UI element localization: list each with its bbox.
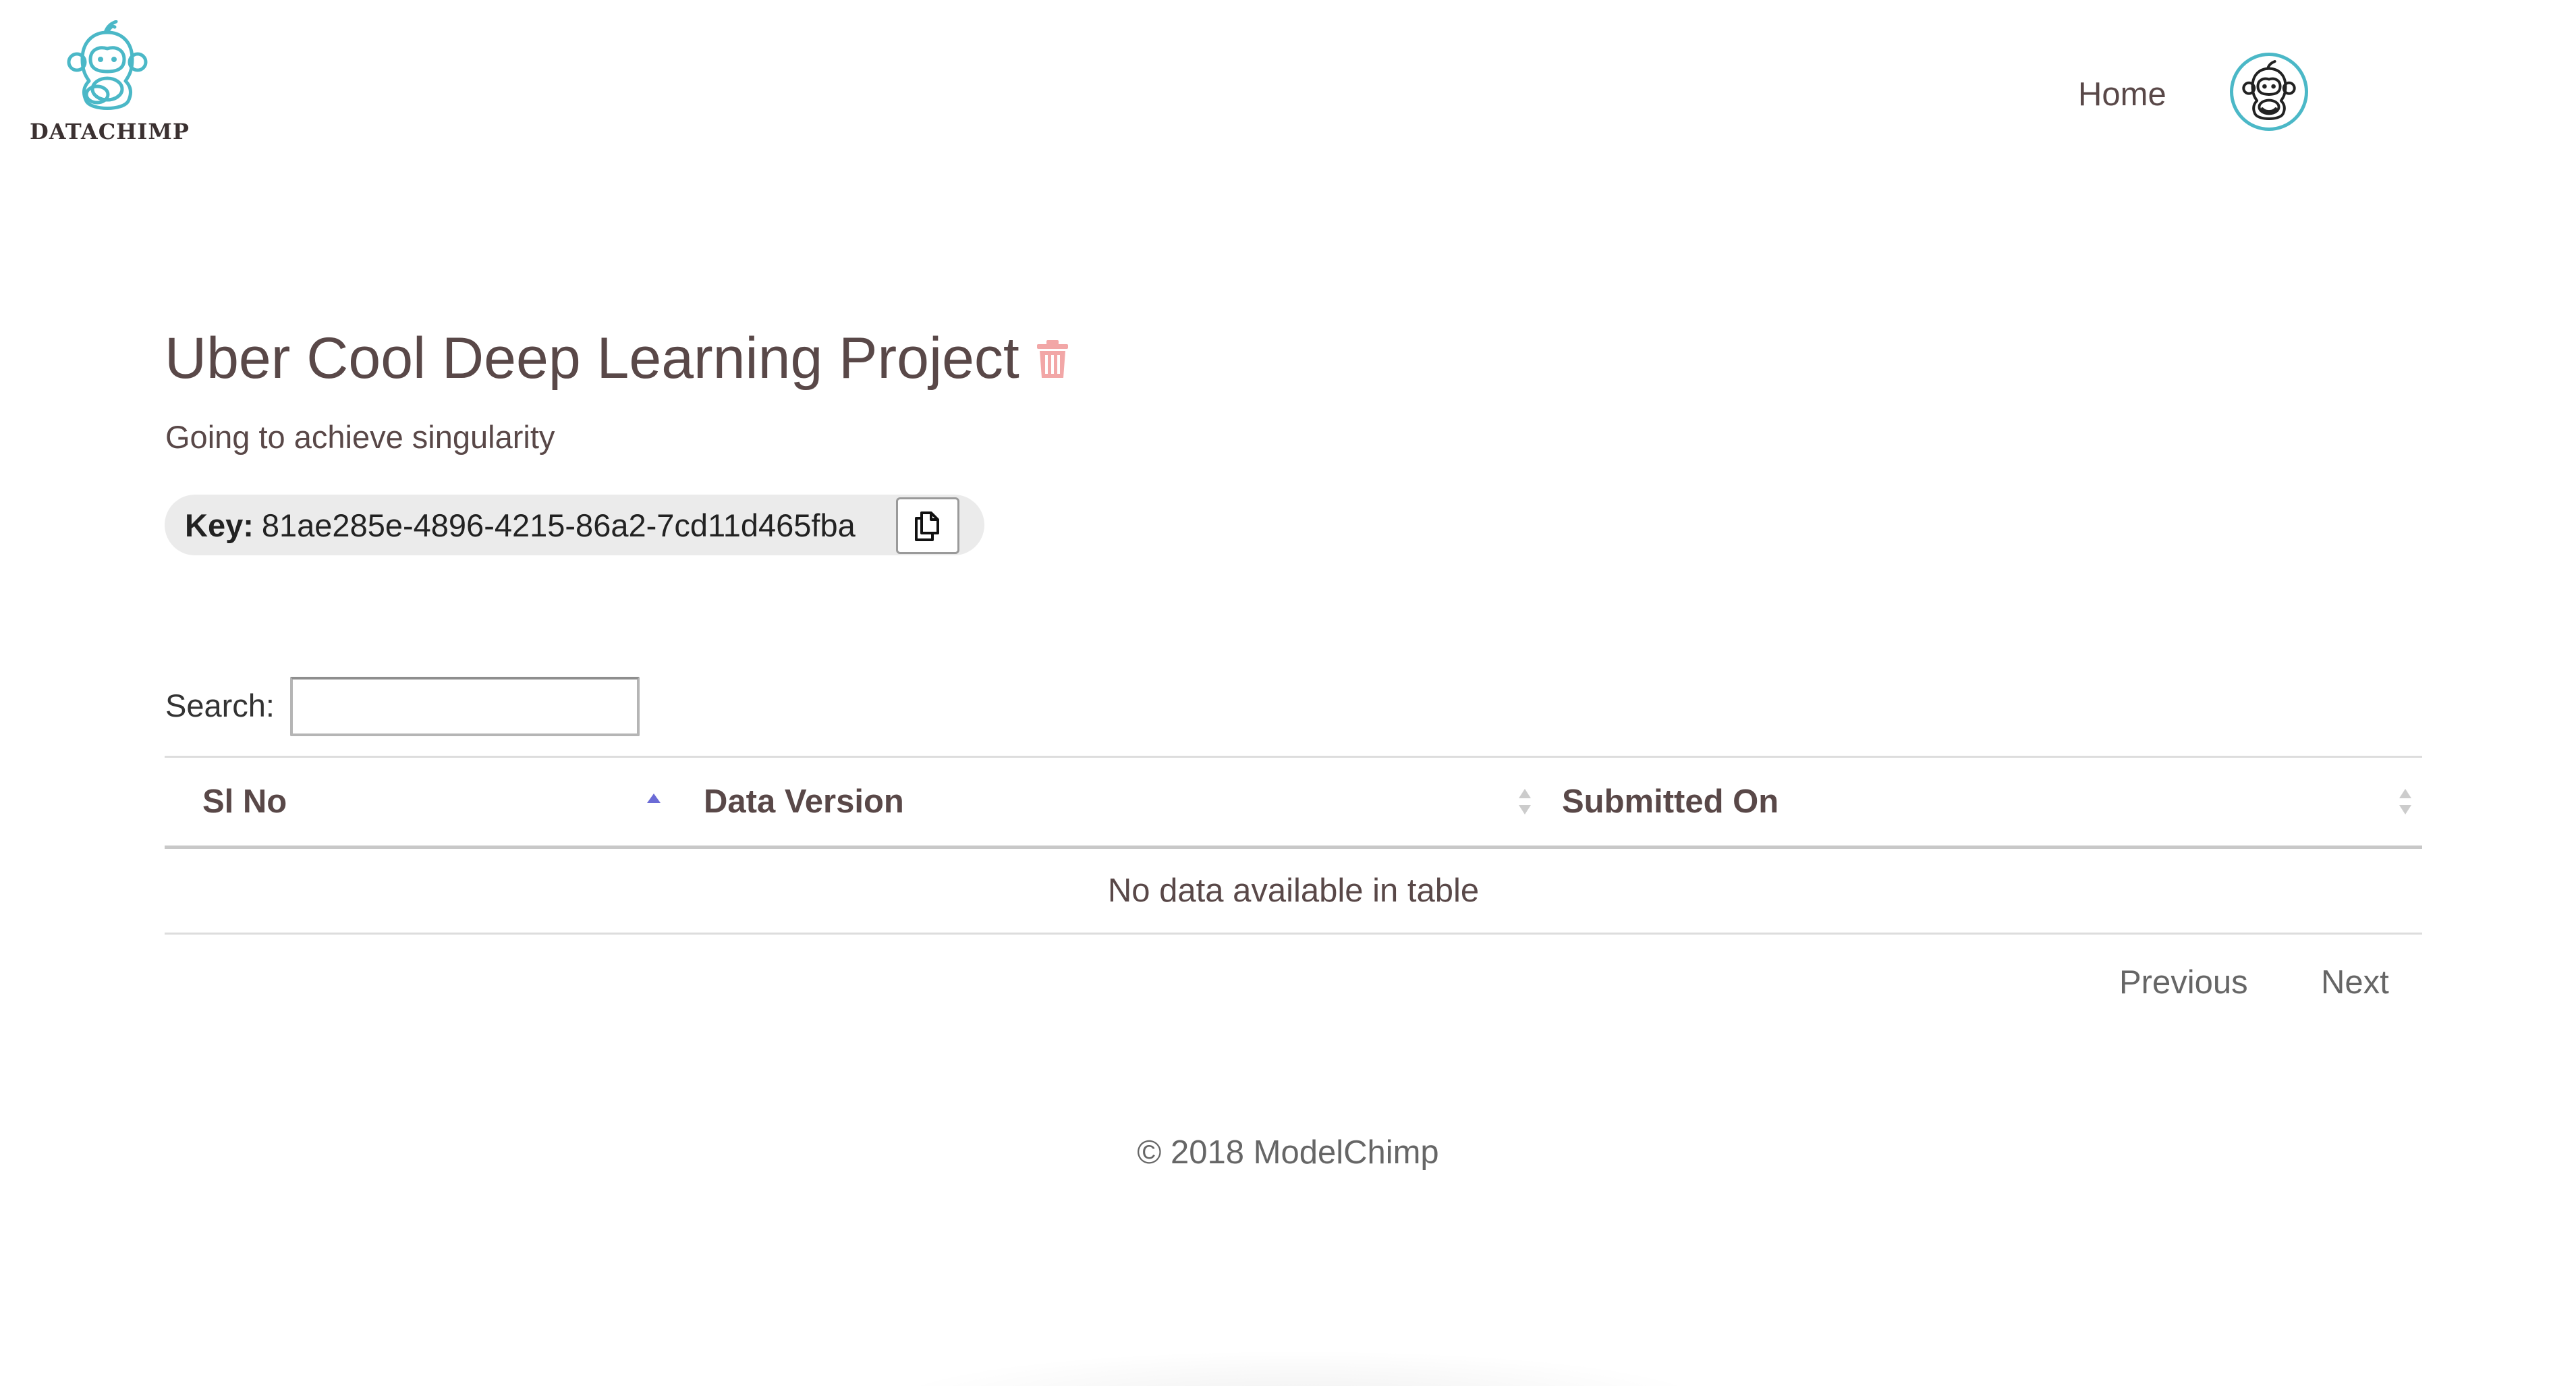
key-label: Key: — [185, 507, 254, 543]
column-header-submitted-on[interactable]: Submitted On — [1562, 758, 1779, 846]
delete-project-button[interactable] — [1036, 339, 1069, 379]
chimp-avatar-icon — [2242, 60, 2296, 121]
column-header-data-version[interactable]: Data Version — [704, 758, 904, 846]
bottom-shadow — [877, 1350, 1720, 1386]
sort-both-icon[interactable] — [1516, 758, 1534, 846]
project-title: Uber Cool Deep Learning Project — [165, 326, 1019, 391]
project-key-box: Key: 81ae285e-4896-4215-86a2-7cd11d465fb… — [165, 495, 984, 555]
table-header-row: Sl No Data Version Submitted On — [165, 758, 2422, 846]
trash-icon — [1036, 339, 1068, 378]
page: DATACHIMP Home Uber Cool Deep Learning P… — [0, 0, 2576, 1386]
copy-icon — [915, 511, 939, 541]
brand-logo[interactable]: DATACHIMP — [30, 20, 190, 144]
column-header-sl-no[interactable]: Sl No — [202, 758, 287, 846]
nav-home-link[interactable]: Home — [2078, 76, 2166, 113]
sort-ascending-icon[interactable] — [645, 758, 663, 846]
table-empty-message: No data available in table — [1107, 872, 1480, 909]
pagination-previous-button[interactable]: Previous — [2119, 964, 2248, 1001]
chimp-logo-icon — [67, 20, 148, 110]
footer-copyright: © 2018 ModelChimp — [1137, 1134, 1439, 1171]
project-title-row: Uber Cool Deep Learning Project — [165, 325, 1069, 392]
pagination-next-button[interactable]: Next — [2321, 964, 2389, 1001]
search-label: Search: — [165, 688, 275, 723]
project-description: Going to achieve singularity — [165, 419, 555, 455]
table-bottom-divider — [165, 933, 2422, 935]
search-input[interactable] — [290, 677, 640, 736]
key-value: 81ae285e-4896-4215-86a2-7cd11d465fba — [261, 507, 856, 543]
sort-both-icon[interactable] — [2397, 758, 2414, 846]
user-avatar[interactable] — [2230, 53, 2308, 131]
logo-text: DATACHIMP — [30, 119, 190, 144]
copy-key-button[interactable] — [896, 497, 959, 554]
